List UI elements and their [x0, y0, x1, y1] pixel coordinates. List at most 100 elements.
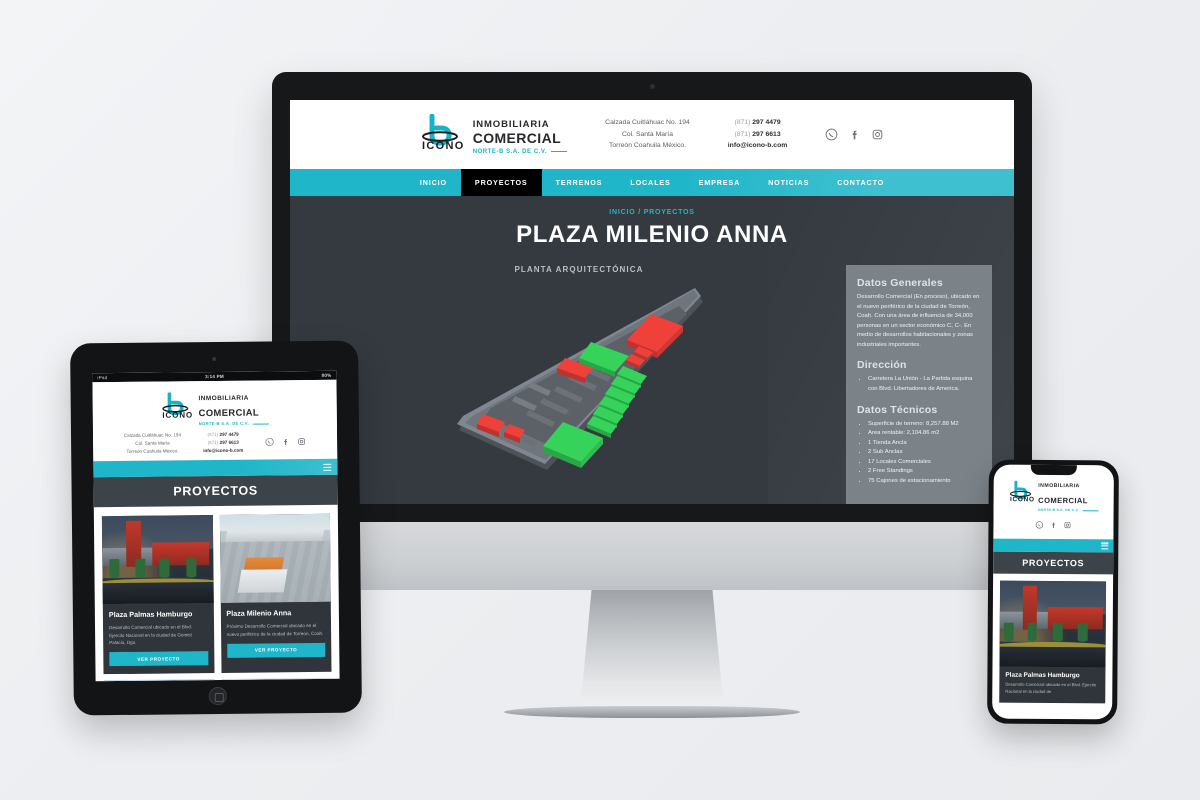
direccion-item: Carretera La Unión - La Partida esquina …: [868, 375, 981, 394]
phone-prefix-2: (871): [734, 130, 751, 138]
hamburger-icon[interactable]: [1101, 541, 1109, 551]
tablet-brand-row: ICONO INMOBILIARIA COMERCIAL NORTE-B S.A…: [101, 387, 329, 427]
phone-iphone-mockup: ICONO INMOBILIARIA COMERCIAL NORTE-B S.A…: [987, 459, 1119, 725]
desktop-imac-mockup: ICONO INMOBILIARIA COMERCIAL NORTE-B S.A…: [272, 72, 1032, 718]
interactive-site-plan[interactable]: [312, 280, 846, 476]
email-row[interactable]: info@icono-b.com: [203, 446, 243, 454]
brand-line-1: INMOBILIARIA: [472, 118, 550, 130]
ipad-camera-icon: [212, 356, 217, 362]
ipad-body: iPad 3:14 PM 80% ICONO INMOBILIARIA COME…: [70, 340, 362, 716]
phone-social-links: [1000, 516, 1106, 535]
phone-brand-row: ICONO INMOBILIARIA COMERCIAL NORTE-B S.A…: [1001, 475, 1107, 513]
phone-number-1: 297 4479: [219, 431, 239, 438]
brand-line-1: INMOBILIARIA: [1038, 482, 1080, 490]
phone-row-2[interactable]: (871) 297 6613: [203, 439, 243, 447]
tablet-page-heading: PROYECTOS: [93, 475, 338, 508]
project-info-panel: Datos Generales Desarrollo Comercial (En…: [846, 265, 992, 504]
project-card[interactable]: Plaza Palmas Hamburgo Desarrollo Comerci…: [101, 515, 215, 675]
phone-prefix-1: (871): [207, 432, 219, 438]
icono-b-logo-icon: ICONO: [1008, 480, 1034, 506]
heading-datos-generales: Datos Generales: [857, 277, 943, 289]
imac-camera-icon: [649, 84, 655, 89]
address-line-1: Calzada Cuitláhuac No. 194: [123, 432, 182, 439]
brand-logo[interactable]: ICONO INMOBILIARIA COMERCIAL NORTE-B S.A…: [420, 113, 568, 155]
ver-proyecto-button[interactable]: VER PROYECTO: [226, 642, 326, 658]
phone-prefix-1: (871): [734, 118, 751, 126]
breadcrumb-inicio[interactable]: INICIO: [609, 209, 635, 216]
site-plan-svg[interactable]: [451, 280, 707, 476]
tecnico-item-7: 75 Cajones de estacionamiento: [868, 477, 981, 487]
address-line-3: Torreón Coahuila México.: [608, 142, 687, 150]
phone-row-2[interactable]: (871) 297 6613: [728, 129, 788, 141]
tecnico-item-3: 1 Tienda Ancla: [868, 439, 981, 449]
project-card[interactable]: Plaza Milenio Anna Próximo Desarrollo Co…: [219, 514, 332, 674]
nav-item-locales[interactable]: LOCALES: [616, 169, 684, 196]
svg-text:ICONO: ICONO: [162, 410, 193, 418]
tecnico-item-2: Area rentable: 2,104.86 m2: [868, 429, 981, 439]
instagram-icon[interactable]: [1063, 516, 1071, 534]
page-title: PLAZA MILENIO ANNA: [516, 221, 788, 248]
instagram-icon[interactable]: [297, 437, 306, 446]
address-line-3: Torreón Coahuila México.: [126, 448, 179, 454]
project-card-body: Plaza Milenio Anna Próximo Desarrollo Co…: [220, 602, 331, 666]
project-card-title: Plaza Milenio Anna: [226, 608, 292, 619]
heading-direccion: Dirección: [857, 359, 907, 372]
email-address: info@icono-b.com: [727, 142, 788, 150]
nav-item-noticias[interactable]: NOTICIAS: [754, 169, 823, 196]
brand-line-3-text: NORTE-B S.A. DE C.V.: [472, 148, 548, 155]
nav-item-terrenos[interactable]: TERRENOS: [542, 169, 617, 196]
imac-stand-foot: [504, 706, 800, 718]
whatsapp-icon[interactable]: [1035, 516, 1044, 534]
project-card[interactable]: Plaza Palmas Hamburgo Desarrollo Comerci…: [999, 580, 1107, 704]
project-detail-section: INICIO / PROYECTOS PLAZA MILENIO ANNA PL…: [290, 196, 1014, 504]
hamburger-icon[interactable]: [323, 462, 332, 472]
brand-line-1: INMOBILIARIA: [198, 394, 249, 403]
nav-item-empresa[interactable]: EMPRESA: [685, 169, 755, 196]
header-address: Calzada Cuitláhuac No. 194 Col. Santa Ma…: [605, 117, 690, 153]
whatsapp-icon[interactable]: [825, 128, 838, 141]
home-button-icon[interactable]: [208, 686, 227, 706]
imac-chin: [272, 522, 1032, 590]
detail-content-row: PLANTA ARQUITECTÓNICA Datos Generales De…: [290, 261, 1014, 504]
instagram-icon[interactable]: [871, 128, 884, 141]
project-card-body: Plaza Palmas Hamburgo Desarrollo Comerci…: [999, 667, 1105, 703]
nav-item-proyectos[interactable]: PROYECTOS: [460, 169, 542, 196]
notch: [1030, 464, 1077, 476]
direccion-list: Carretera La Unión - La Partida esquina …: [857, 375, 981, 394]
facebook-icon[interactable]: [281, 437, 290, 446]
brand-rule: [253, 422, 270, 425]
phone-site-header: ICONO INMOBILIARIA COMERCIAL NORTE-B S.A…: [993, 464, 1114, 540]
plaza-palmas-hamburgo-photo: [101, 515, 214, 605]
social-links: [825, 128, 884, 141]
brand-line-3: NORTE-B S.A. DE C.V.: [199, 421, 270, 426]
ver-proyecto-button[interactable]: VER PROYECTO: [109, 651, 208, 667]
project-card-peek[interactable]: [221, 678, 332, 682]
svg-text:ICONO: ICONO: [422, 140, 464, 150]
brand-line-2: COMERCIAL: [472, 129, 562, 146]
tablet-address: Calzada Cuitláhuac No. 194 Col. Santa Ma…: [124, 431, 181, 455]
imac-stand-neck: [580, 590, 724, 712]
nav-item-contacto[interactable]: CONTACTO: [823, 169, 898, 196]
project-card-title: Plaza Palmas Hamburgo: [1005, 671, 1080, 680]
icono-b-logo-icon: ICONO: [160, 391, 193, 423]
project-card-desc: Desarrollo Comercial ubicado en el Blvd.…: [109, 624, 193, 646]
breadcrumb-proyectos[interactable]: PROYECTOS: [644, 209, 695, 216]
email-row[interactable]: info@icono-b.com: [728, 140, 788, 152]
tablet-ipad-mockup: iPad 3:14 PM 80% ICONO INMOBILIARIA COME…: [70, 340, 362, 716]
tablet-brand-text: INMOBILIARIA COMERCIAL NORTE-B S.A. DE C…: [198, 387, 270, 426]
facebook-icon[interactable]: [848, 128, 861, 141]
phone-row-1[interactable]: (871) 297 4479: [728, 117, 788, 129]
brand-line-3: NORTE-B S.A. DE C.V.: [1038, 508, 1100, 513]
facebook-icon[interactable]: [1049, 516, 1057, 534]
whatsapp-icon[interactable]: [265, 438, 274, 447]
nav-item-inicio[interactable]: INICIO: [406, 169, 461, 196]
ipad-screen: iPad 3:14 PM 80% ICONO INMOBILIARIA COME…: [92, 370, 340, 682]
status-battery: 80%: [321, 372, 332, 378]
brand-line-3: NORTE-B S.A. DE C.V.: [472, 148, 568, 155]
tecnico-item-1: Superficie de terreno: 8,257.88 M2: [868, 420, 981, 430]
datos-generales-text: Desarrollo Comercial (En proceso), ubica…: [857, 294, 980, 348]
tecnico-item-4: 2 Sub Anclas: [868, 448, 981, 458]
icono-b-logo-icon: ICONO: [420, 113, 464, 155]
project-card-peek[interactable]: [103, 679, 215, 682]
datos-tecnicos-list: Superficie de terreno: 8,257.88 M2 Area …: [857, 420, 981, 487]
